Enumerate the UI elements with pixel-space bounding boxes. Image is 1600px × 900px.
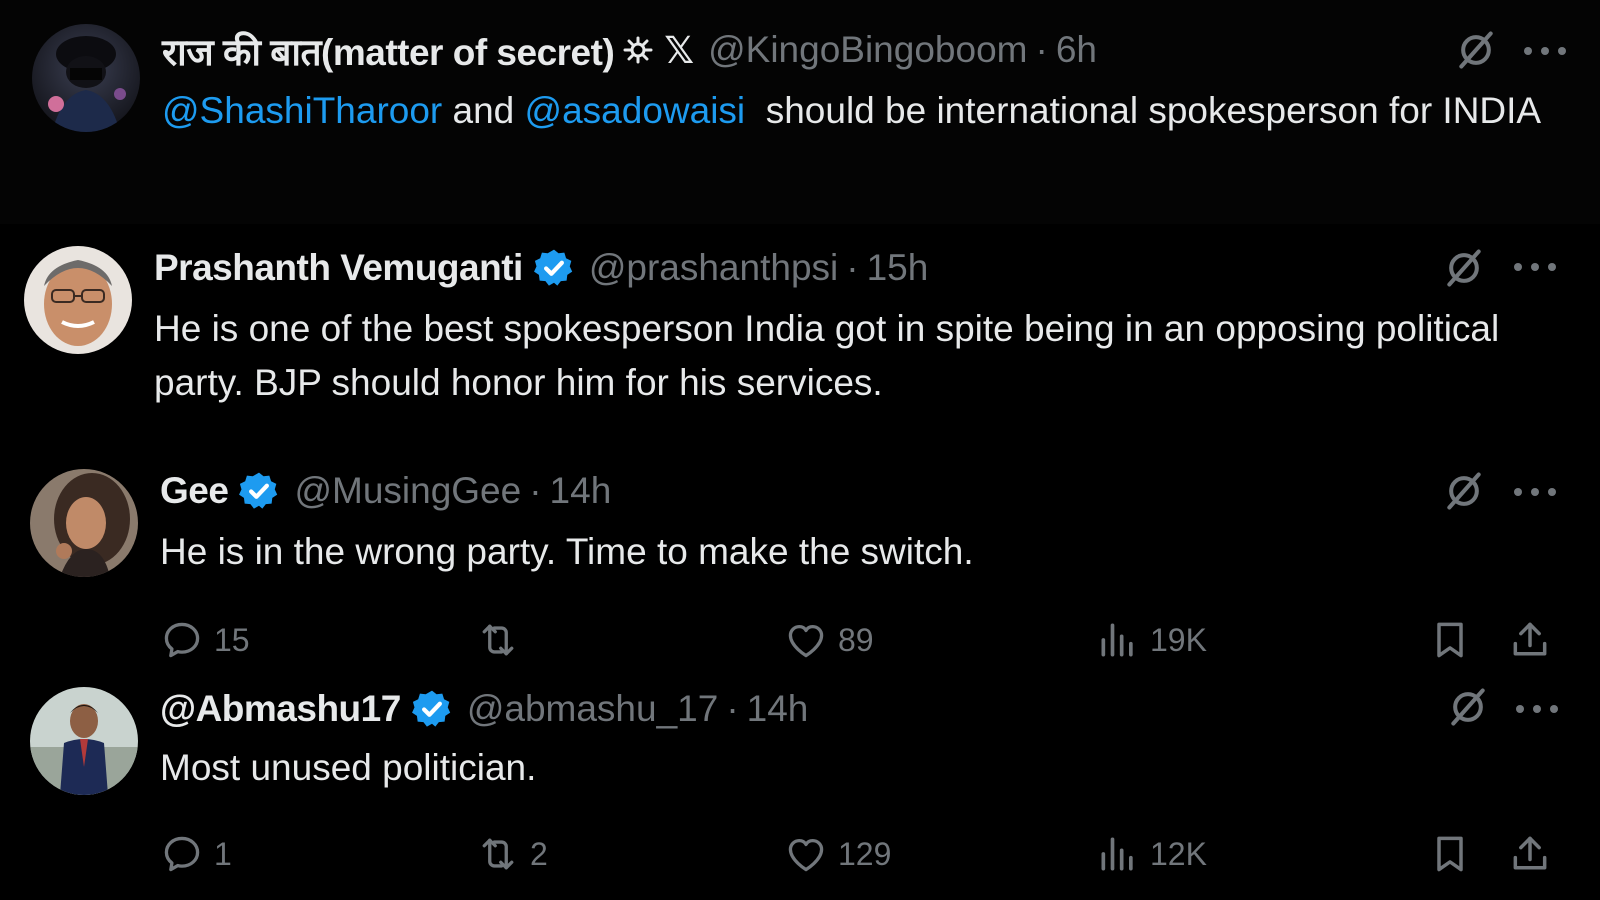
like-icon: [784, 832, 828, 876]
grok-icon[interactable]: [1454, 28, 1498, 72]
tweet-header: Gee @MusingGee · 14h: [160, 466, 611, 516]
repost-icon: [476, 832, 520, 876]
timestamp[interactable]: 14h: [747, 688, 809, 730]
more-icon[interactable]: [1514, 261, 1556, 273]
share-icon: [1508, 832, 1552, 876]
separator-dot: ·: [529, 470, 542, 511]
like-icon: [784, 618, 828, 662]
separator-dot: ·: [846, 247, 859, 288]
tweet[interactable]: Prashanth Vemuganti @prashanthpsi · 15h …: [0, 224, 1600, 449]
grok-icon[interactable]: [1442, 246, 1486, 290]
tweet-text: Most unused politician.: [160, 747, 537, 788]
like-count: 129: [838, 835, 892, 872]
verified-badge-icon[interactable]: [411, 688, 453, 730]
tweet[interactable]: राज की बात(matter of secret) 𝕏 @KingoBin…: [0, 0, 1600, 224]
repost-button[interactable]: [476, 615, 530, 665]
avatar[interactable]: [32, 24, 140, 132]
grok-icon[interactable]: [1446, 685, 1490, 729]
timestamp[interactable]: 14h: [550, 470, 612, 512]
user-handle[interactable]: @abmashu_17: [467, 688, 719, 730]
tweet[interactable]: @Abmashu17 @abmashu_17 · 14h Most unused…: [0, 669, 1600, 900]
reply-count: 1: [214, 835, 232, 872]
action-bar: 1 2 129 12K: [160, 829, 1560, 879]
display-name[interactable]: Gee: [160, 470, 229, 512]
bookmark-icon: [1428, 618, 1472, 662]
user-handle[interactable]: @KingoBingoboom: [708, 29, 1027, 71]
tweet-header: Prashanth Vemuganti @prashanthpsi · 15h: [154, 243, 928, 293]
timestamp[interactable]: 6h: [1056, 29, 1097, 71]
share-icon: [1508, 618, 1552, 662]
avatar[interactable]: [30, 469, 138, 577]
verified-badge-icon[interactable]: [238, 470, 280, 512]
separator-dot: ·: [1035, 29, 1048, 70]
views-icon: [1096, 618, 1140, 662]
reply-icon: [160, 618, 204, 662]
action-bar: 15 89 19K: [160, 615, 1560, 665]
more-icon[interactable]: [1514, 486, 1556, 498]
display-name[interactable]: राज की बात(matter of secret): [162, 25, 615, 76]
more-icon[interactable]: [1524, 45, 1566, 57]
repost-button[interactable]: 2: [476, 829, 548, 879]
repost-icon: [476, 618, 520, 662]
bookmark-button[interactable]: [1428, 829, 1472, 879]
reply-button[interactable]: 1: [160, 829, 232, 879]
tweet-text-fragment: and: [442, 90, 525, 131]
views-button[interactable]: 19K: [1096, 615, 1207, 665]
views-icon: [1096, 832, 1140, 876]
tweet-header: @Abmashu17 @abmashu_17 · 14h: [160, 684, 808, 734]
view-count: 12K: [1150, 835, 1207, 872]
views-button[interactable]: 12K: [1096, 829, 1207, 879]
reply-icon: [160, 832, 204, 876]
share-button[interactable]: [1508, 615, 1552, 665]
mention-link[interactable]: @ShashiTharoor: [162, 90, 442, 131]
like-button[interactable]: 89: [784, 615, 874, 665]
avatar[interactable]: [30, 687, 138, 795]
tweet-header: राज की बात(matter of secret) 𝕏 @KingoBin…: [162, 25, 1097, 75]
x-logo-icon: 𝕏: [664, 29, 695, 71]
tweet-text-fragment: should be international spokesperson for…: [745, 90, 1542, 131]
separator-dot: ·: [726, 688, 739, 729]
grok-icon[interactable]: [1442, 469, 1486, 513]
reply-button[interactable]: 15: [160, 615, 250, 665]
display-name[interactable]: Prashanth Vemuganti: [154, 247, 523, 289]
like-count: 89: [838, 621, 874, 658]
user-handle[interactable]: @MusingGee: [294, 470, 521, 512]
reply-count: 15: [214, 621, 250, 658]
view-count: 19K: [1150, 621, 1207, 658]
mention-link[interactable]: @asadowaisi: [525, 90, 746, 131]
more-icon[interactable]: [1516, 703, 1558, 715]
tweet-text: @ShashiTharoor and @asadowaisi should be…: [162, 84, 1562, 138]
repost-count: 2: [530, 835, 548, 872]
tweet[interactable]: Gee @MusingGee · 14h He is in the wrong …: [0, 449, 1600, 669]
tweet-text: He is one of the best spokesperson India…: [154, 308, 1500, 403]
avatar[interactable]: [24, 246, 132, 354]
tweet-text: He is in the wrong party. Time to make t…: [160, 531, 974, 572]
verified-badge-icon[interactable]: [533, 247, 575, 289]
user-handle[interactable]: @prashanthpsi: [589, 247, 838, 289]
dharma-wheel-emoji-icon: [620, 34, 656, 66]
bookmark-button[interactable]: [1428, 615, 1472, 665]
like-button[interactable]: 129: [784, 829, 891, 879]
timestamp[interactable]: 15h: [867, 247, 929, 289]
share-button[interactable]: [1508, 829, 1552, 879]
display-name[interactable]: @Abmashu17: [160, 688, 401, 730]
bookmark-icon: [1428, 832, 1472, 876]
